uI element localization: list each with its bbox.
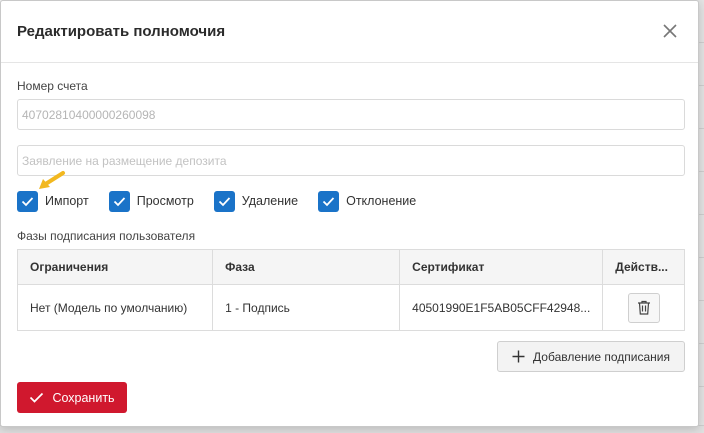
checkbox-checked-icon bbox=[213, 190, 235, 212]
annotation-arrow-icon bbox=[39, 171, 65, 189]
checkbox-import[interactable]: Импорт bbox=[17, 190, 89, 212]
checkbox-label: Просмотр bbox=[136, 194, 194, 208]
signing-phases-label: Фазы подписания пользователя bbox=[17, 229, 196, 243]
checkbox-label: Отклонение bbox=[346, 194, 417, 208]
check-icon bbox=[30, 392, 44, 403]
dialog-title: Редактировать полномочия bbox=[17, 23, 226, 40]
account-number-input[interactable] bbox=[17, 99, 685, 130]
checkbox-label: Удаление bbox=[241, 194, 299, 208]
cell-certificate: 40501990E1F5AB05CFF42948... bbox=[399, 284, 604, 331]
checkbox-delete[interactable]: Удаление bbox=[213, 190, 299, 212]
column-header-phase[interactable]: Фаза bbox=[212, 249, 401, 285]
checkbox-reject[interactable]: Отклонение bbox=[318, 190, 417, 212]
permissions-checkbox-group: Импорт Просмотр Удаление Отклонение bbox=[17, 190, 436, 212]
close-button[interactable] bbox=[660, 21, 680, 41]
checkbox-view[interactable]: Просмотр bbox=[108, 190, 194, 212]
column-header-certificate[interactable]: Сертификат bbox=[399, 249, 604, 285]
delete-row-button[interactable] bbox=[627, 292, 660, 323]
add-signing-button[interactable]: Добавление подписания bbox=[497, 341, 685, 372]
trash-icon bbox=[637, 300, 650, 315]
table-row[interactable]: Нет (Модель по умолчанию) 1 - Подпись 40… bbox=[16, 284, 685, 331]
cell-phase: 1 - Подпись bbox=[212, 284, 401, 331]
checkbox-checked-icon bbox=[318, 190, 340, 212]
document-type-input[interactable] bbox=[17, 145, 685, 176]
account-number-label: Номер счета bbox=[17, 79, 88, 93]
column-header-restrictions[interactable]: Ограничения bbox=[16, 249, 214, 285]
table-header-row: Ограничения Фаза Сертификат Действ... bbox=[16, 249, 685, 285]
cell-actions bbox=[602, 284, 685, 331]
checkbox-label: Импорт bbox=[45, 194, 89, 208]
signing-phases-table: Ограничения Фаза Сертификат Действ... Не… bbox=[16, 249, 685, 331]
save-button[interactable]: Сохранить bbox=[17, 382, 127, 413]
cell-restriction: Нет (Модель по умолчанию) bbox=[16, 284, 214, 331]
edit-permissions-dialog: Редактировать полномочия Номер счета Имп… bbox=[0, 0, 699, 427]
save-label: Сохранить bbox=[52, 390, 115, 405]
checkbox-checked-icon bbox=[108, 190, 130, 212]
dialog-header: Редактировать полномочия bbox=[1, 1, 698, 63]
plus-icon bbox=[512, 350, 525, 363]
close-icon bbox=[663, 24, 677, 38]
column-header-actions[interactable]: Действ... bbox=[602, 249, 685, 285]
checkbox-checked-icon bbox=[17, 190, 38, 212]
add-signing-label: Добавление подписания bbox=[533, 349, 670, 364]
